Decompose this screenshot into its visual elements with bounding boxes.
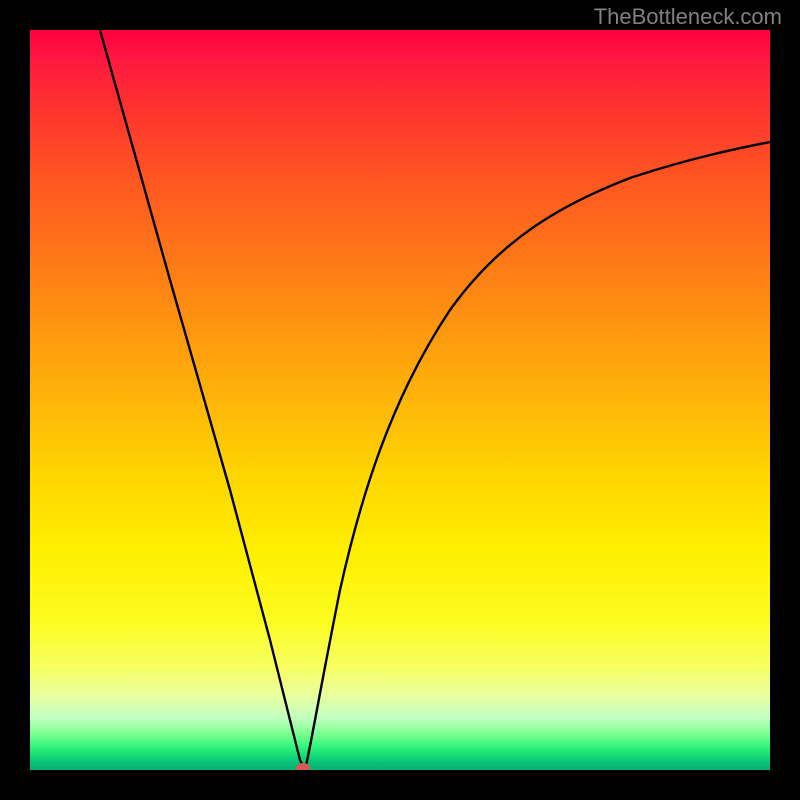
- curve-svg: [30, 30, 770, 770]
- curve-left-branch: [100, 30, 305, 770]
- curve-right-branch: [305, 142, 770, 770]
- plot-area: [30, 30, 770, 770]
- minimum-marker: [296, 763, 310, 770]
- watermark-text: TheBottleneck.com: [594, 4, 782, 30]
